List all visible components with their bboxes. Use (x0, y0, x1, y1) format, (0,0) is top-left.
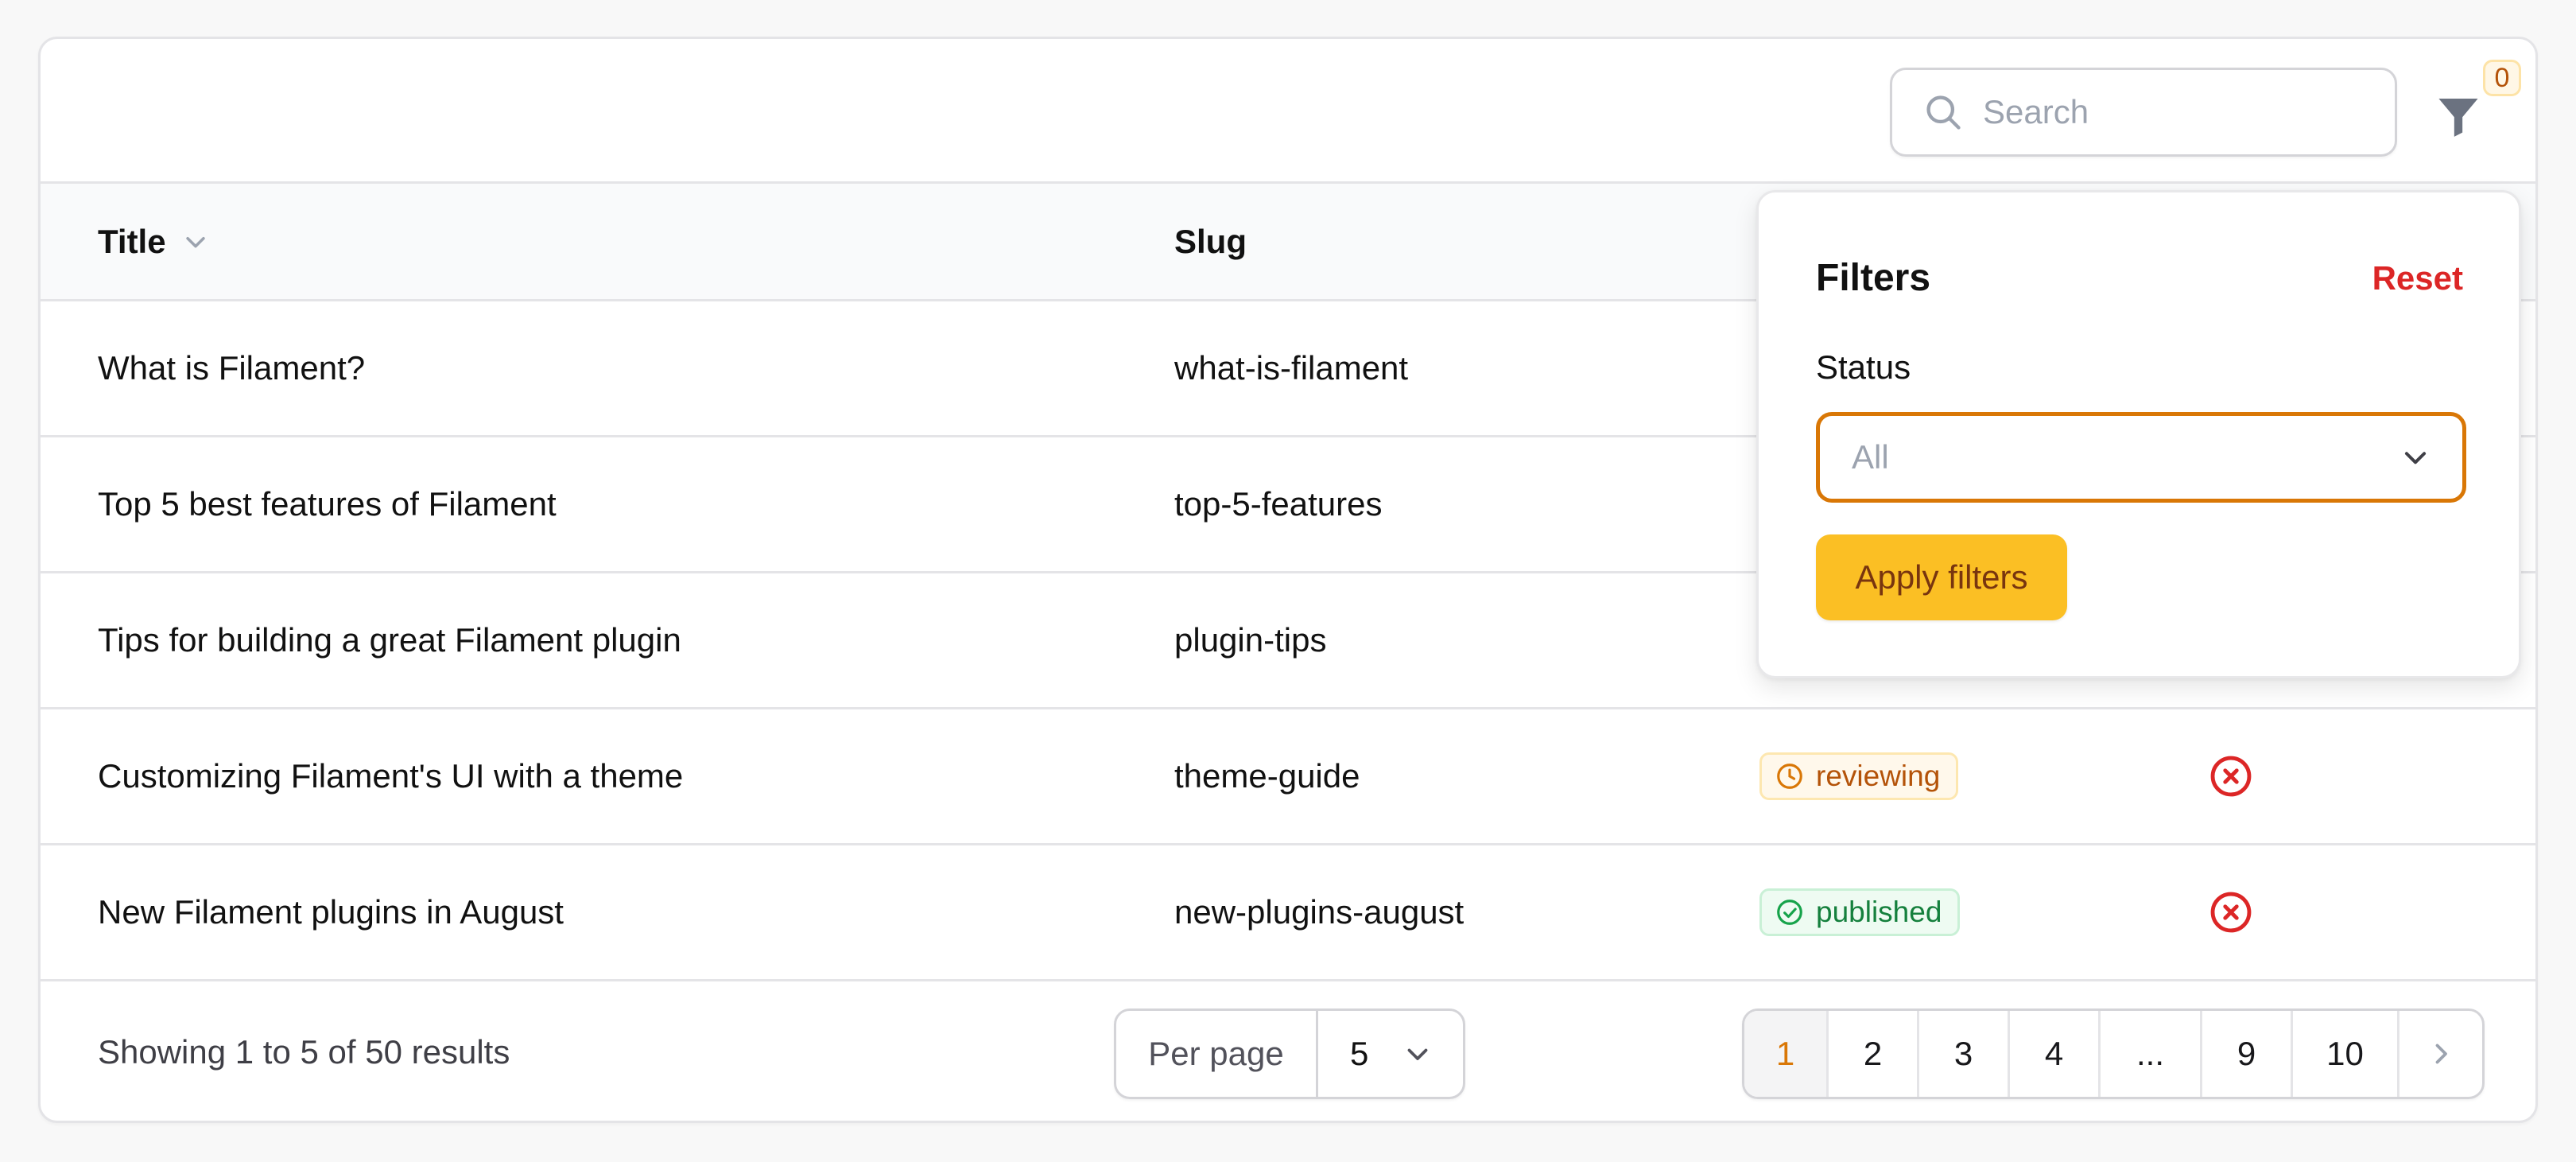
x-circle-icon (2210, 892, 2252, 933)
row-slug: theme-guide (1174, 757, 1360, 795)
page-ellipsis: ... (2101, 1011, 2202, 1097)
row-status: published (1759, 845, 1961, 979)
row-slug: what-is-filament (1174, 349, 1409, 387)
filter-count-badge: 0 (2483, 60, 2521, 96)
row-status: reviewing (1759, 709, 1959, 843)
next-page-button[interactable] (2399, 1011, 2482, 1097)
row-slug: plugin-tips (1174, 621, 1327, 659)
search-icon (1926, 95, 1961, 130)
chevron-right-icon (2435, 1043, 2447, 1064)
column-header-title[interactable]: Title (98, 184, 209, 299)
funnel-icon (2438, 99, 2478, 137)
x-circle-icon (2210, 756, 2252, 797)
status-filter-select[interactable]: All (1816, 412, 2466, 503)
check-circle-icon (1777, 900, 1802, 925)
column-title-label: Title (98, 222, 166, 260)
table-card: 0 Title Slug What is Filament? what-is-f… (38, 37, 2538, 1123)
row-featured (2208, 845, 2254, 979)
search-box[interactable] (1890, 68, 2397, 157)
apply-filters-button[interactable]: Apply filters (1816, 534, 2067, 620)
page-button[interactable]: 1 (1744, 1011, 1829, 1097)
status-badge: reviewing (1759, 752, 1959, 800)
per-page-value: 5 (1350, 1035, 1369, 1072)
row-slug: top-5-features (1174, 485, 1383, 523)
status-badge: published (1759, 888, 1961, 936)
chevron-down-icon (2404, 452, 2427, 464)
per-page-select[interactable]: Per page 5 (1114, 1008, 1465, 1099)
per-page-value-wrap[interactable]: 5 (1318, 1011, 1463, 1097)
page-button[interactable]: 10 (2293, 1011, 2399, 1097)
column-header-slug: Slug (1174, 184, 1247, 299)
filters-popover: Filters Reset Status All Apply filters (1756, 190, 2521, 678)
page-button[interactable]: 9 (2202, 1011, 2293, 1097)
clock-icon (1777, 764, 1802, 789)
table-toolbar: 0 (41, 39, 2535, 184)
status-filter-value: All (1852, 438, 1889, 476)
search-input[interactable] (1981, 92, 2366, 132)
row-title: Customizing Filament's UI with a theme (98, 757, 684, 795)
results-summary: Showing 1 to 5 of 50 results (98, 1033, 510, 1071)
row-title: New Filament plugins in August (98, 893, 564, 931)
column-slug-label: Slug (1174, 222, 1247, 260)
page-button[interactable]: 2 (1829, 1011, 1919, 1097)
status-badge-label: reviewing (1816, 760, 1941, 792)
chevron-down-icon[interactable] (182, 228, 209, 255)
pagination: 1 2 3 4 ... 9 10 (1742, 1008, 2485, 1099)
table-row[interactable]: Customizing Filament's UI with a theme t… (41, 709, 2535, 845)
row-title: Tips for building a great Filament plugi… (98, 621, 681, 659)
row-slug: new-plugins-august (1174, 893, 1465, 931)
filters-title: Filters (1816, 257, 1931, 299)
status-filter-label: Status (1816, 348, 1911, 386)
page-button[interactable]: 4 (2010, 1011, 2101, 1097)
row-title: What is Filament? (98, 349, 366, 387)
reset-filters-button[interactable]: Reset (2372, 259, 2463, 297)
row-featured (2208, 709, 2254, 843)
table-footer: Showing 1 to 5 of 50 results Per page 5 … (41, 981, 2535, 1121)
per-page-label: Per page (1116, 1011, 1318, 1097)
page-button[interactable]: 3 (1919, 1011, 2010, 1097)
status-badge-label: published (1816, 896, 1942, 928)
row-title: Top 5 best features of Filament (98, 485, 557, 523)
chevron-down-icon (1407, 1048, 1428, 1060)
filter-button[interactable] (2429, 80, 2493, 152)
table-row[interactable]: New Filament plugins in August new-plugi… (41, 845, 2535, 981)
